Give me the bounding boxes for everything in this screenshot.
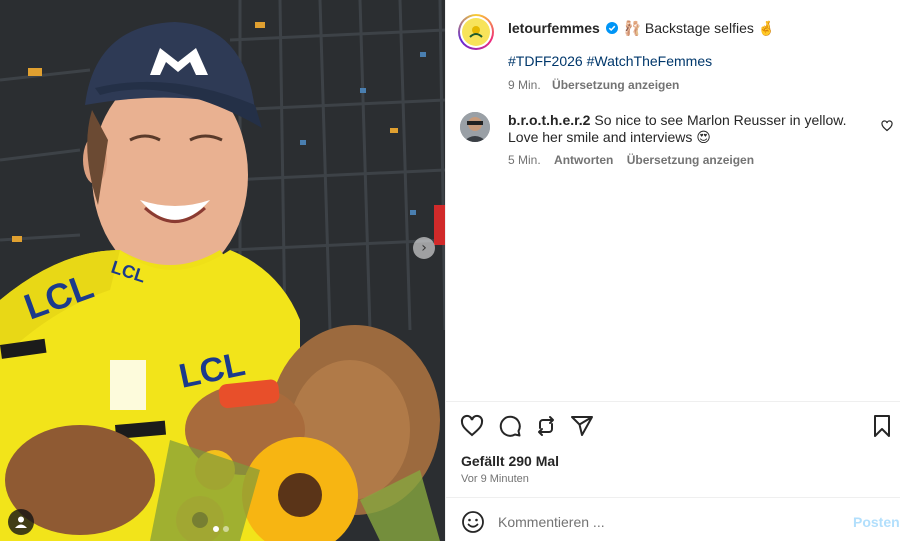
person-tag-icon	[15, 516, 27, 528]
caption-translate-link[interactable]: Übersetzung anzeigen	[552, 78, 679, 92]
next-photo-button[interactable]: ›	[413, 237, 435, 259]
verified-badge-icon	[605, 22, 618, 34]
post-comment-button[interactable]: Posten	[853, 514, 900, 530]
author-avatar[interactable]	[458, 14, 494, 50]
repost-icon[interactable]	[534, 414, 558, 438]
commenter-username[interactable]: b.r.o.t.h.e.r.2	[508, 112, 590, 128]
commenter-photo	[460, 112, 490, 142]
tour-logo-icon	[469, 26, 483, 38]
post-actions-bar	[460, 414, 890, 440]
carousel-dot-active	[213, 526, 219, 532]
comment-translate-link[interactable]: Übersetzung anzeigen	[627, 153, 754, 167]
caption-time: 9 Min.	[508, 78, 541, 92]
likes-count[interactable]: Gefällt 290 Mal	[461, 453, 559, 469]
carousel-dot	[223, 526, 229, 532]
tagged-people-button[interactable]	[8, 509, 34, 535]
post-details-panel: letourfemmes 🩰 Backstage selfies 🤞 #TDFF…	[445, 0, 900, 541]
caption-text: Backstage selfies	[644, 20, 754, 36]
like-heart-icon[interactable]	[460, 414, 484, 438]
actions-divider	[446, 401, 900, 402]
comment-input[interactable]	[498, 510, 828, 534]
bookmark-save-icon[interactable]	[870, 414, 894, 438]
post-photo[interactable]: LCL LCL LCL ›	[0, 0, 445, 541]
commenter-avatar[interactable]	[460, 112, 490, 142]
caption-hashtags[interactable]: #TDFF2026 #WatchTheFemmes	[508, 52, 888, 70]
post-timestamp: Vor 9 Minuten	[461, 473, 529, 485]
caption-emoji-1: 🩰	[623, 20, 642, 36]
carousel-dots	[213, 526, 229, 532]
share-send-icon[interactable]	[570, 414, 594, 438]
chevron-right-icon: ›	[421, 240, 427, 256]
emoji-smiley-icon[interactable]	[461, 510, 485, 534]
comment-like-heart-icon[interactable]	[881, 120, 893, 132]
comment-time: 5 Min.	[508, 153, 541, 167]
add-comment-bar: Posten	[446, 498, 900, 541]
comment-bubble-icon[interactable]	[498, 414, 522, 438]
caption-emoji-2: 🤞	[757, 20, 776, 36]
comment-reply-link[interactable]: Antworten	[554, 153, 613, 167]
author-username[interactable]: letourfemmes	[508, 20, 600, 36]
photo-illustration: LCL LCL LCL	[0, 0, 445, 541]
